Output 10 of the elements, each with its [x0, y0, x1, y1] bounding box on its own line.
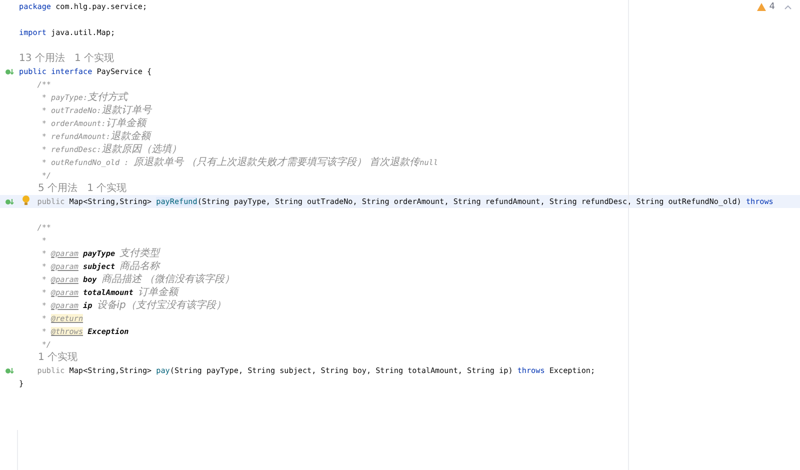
warning-icon[interactable]: [757, 3, 766, 11]
lightbulb-icon[interactable]: [22, 195, 30, 206]
implemented-icon[interactable]: [5, 68, 14, 76]
caret-up-icon[interactable]: [784, 4, 792, 10]
warning-count[interactable]: 4: [769, 2, 775, 12]
usage-hint[interactable]: 1 个实现: [38, 351, 78, 364]
implemented-icon[interactable]: [5, 366, 14, 374]
usage-hint[interactable]: 13 个用法 1 个实现: [19, 52, 114, 65]
implemented-icon[interactable]: [5, 198, 14, 206]
usage-hint[interactable]: 5 个用法 1 个实现: [38, 182, 127, 195]
